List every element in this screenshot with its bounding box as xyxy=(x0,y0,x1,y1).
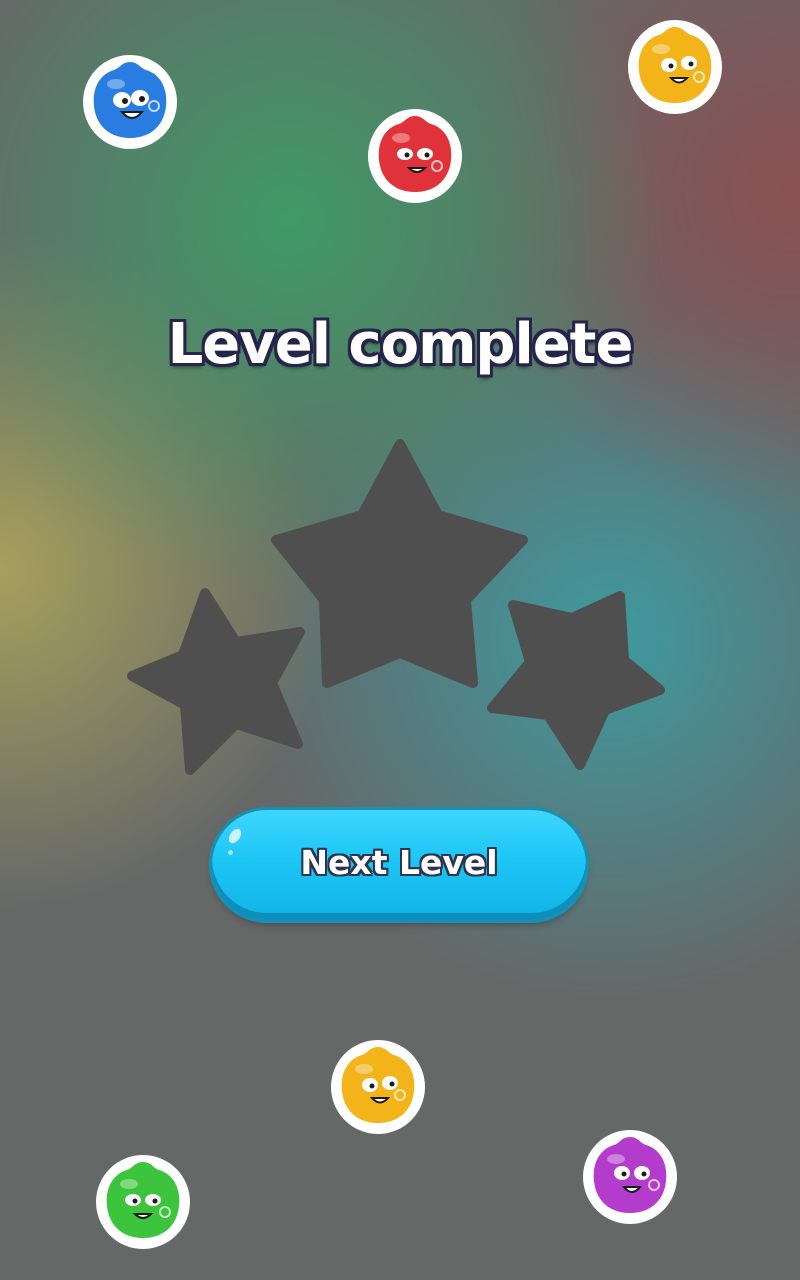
blue-jelly-icon xyxy=(80,50,180,150)
yellow-jelly-icon xyxy=(328,1035,428,1135)
button-shine-dot xyxy=(228,850,233,855)
level-complete-title: Level complete xyxy=(167,312,634,377)
red-jelly-icon xyxy=(365,104,465,204)
green-jelly-icon xyxy=(93,1150,193,1250)
yellow-jelly-icon xyxy=(625,15,725,115)
next-level-button[interactable]: Next Level xyxy=(212,810,586,920)
purple-jelly-icon xyxy=(580,1125,680,1225)
button-shine xyxy=(226,826,244,846)
next-level-label: Next Level xyxy=(300,842,498,882)
